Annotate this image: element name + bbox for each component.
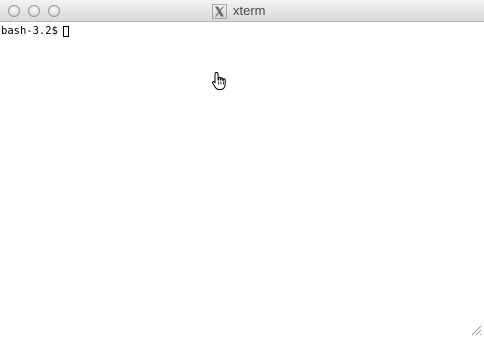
close-button[interactable] xyxy=(8,5,20,17)
shell-prompt: bash-3.2$ xyxy=(1,25,58,37)
xterm-window: xterm bash-3.2$ xyxy=(0,0,484,338)
prompt-line: bash-3.2$ xyxy=(1,25,69,38)
text-cursor xyxy=(62,26,69,37)
zoom-button[interactable] xyxy=(48,5,60,17)
window-title: xterm xyxy=(233,3,266,18)
minimize-button[interactable] xyxy=(28,5,40,17)
resize-grip-icon[interactable] xyxy=(470,324,482,336)
window-title-group: xterm xyxy=(212,3,266,19)
x-window-system-icon xyxy=(212,3,227,19)
title-bar[interactable]: xterm xyxy=(0,0,484,22)
hand-pointer-icon xyxy=(211,72,226,90)
terminal-area[interactable]: bash-3.2$ xyxy=(0,22,484,338)
